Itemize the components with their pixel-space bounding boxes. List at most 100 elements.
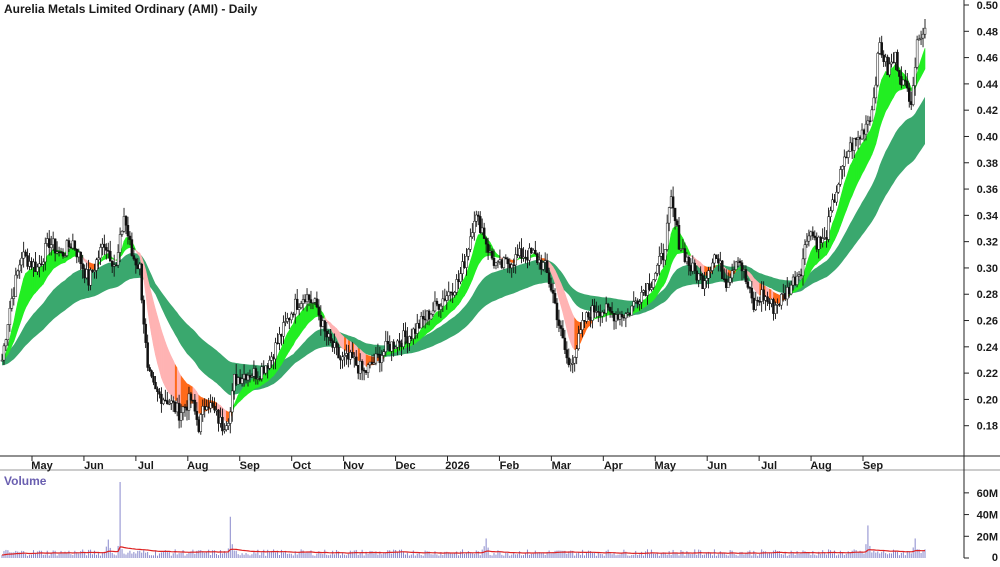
price-candle-body <box>145 324 147 342</box>
price-candle-body <box>833 200 835 202</box>
y-tick-label: 0.18 <box>977 421 998 433</box>
price-candle-body <box>180 413 182 421</box>
volume-tick-label: 40M <box>977 510 998 522</box>
price-candle-body <box>282 323 284 337</box>
price-candle-body <box>660 253 662 256</box>
price-candle-body <box>288 318 290 319</box>
price-candle-body <box>916 40 918 68</box>
price-candle-body <box>641 292 643 302</box>
price-candle-body <box>560 326 562 329</box>
price-candle-body <box>906 81 908 88</box>
price-candle-body <box>194 400 196 411</box>
y-tick-label: 0.42 <box>977 105 998 117</box>
chart: Aurelia Metals Limited Ordinary (AMI) - … <box>0 0 1000 562</box>
price-candle-body <box>418 323 420 328</box>
price-candle-body <box>534 250 536 253</box>
price-candle-body <box>914 67 916 85</box>
price-candle-body <box>17 271 19 275</box>
price-candle-body <box>749 287 751 288</box>
price-candle-body <box>141 264 143 300</box>
price-candle-body <box>27 256 29 267</box>
price-candle-body <box>46 239 48 244</box>
price-candle-body <box>467 249 469 256</box>
price-candle-body <box>656 265 658 273</box>
price-candle-body <box>261 367 263 379</box>
price-candle-body <box>95 260 97 271</box>
price-candle-body <box>546 261 548 273</box>
price-candle-body <box>139 264 141 269</box>
x-tick-label: May <box>655 460 677 472</box>
price-candle-body <box>574 357 576 363</box>
price-candle-body <box>532 250 534 253</box>
price-candle-body <box>125 216 127 225</box>
price-candle-body <box>633 302 635 306</box>
price-candle-body <box>330 334 332 341</box>
price-candle-body <box>341 357 343 360</box>
price-candle-body <box>509 264 511 268</box>
price-candle-body <box>511 265 513 268</box>
price-candle-body <box>798 275 800 276</box>
price-candle-body <box>92 270 94 272</box>
x-tick-label: Jun <box>84 460 104 472</box>
price-candle-body <box>700 274 702 276</box>
price-candle-body <box>806 241 808 244</box>
price-candle-body <box>475 215 477 221</box>
price-candle-body <box>78 252 80 257</box>
price-candle-body <box>662 253 664 260</box>
price-candle-body <box>684 249 686 262</box>
price-candle-body <box>578 334 580 349</box>
price-candle-body <box>715 255 717 259</box>
price-candle-body <box>397 341 399 347</box>
price-candle-body <box>395 347 397 349</box>
price-candle-body <box>637 301 639 304</box>
price-candle-body <box>11 299 13 309</box>
price-candle-body <box>554 293 556 303</box>
price-candle-body <box>74 241 76 249</box>
price-candle-body <box>99 247 101 258</box>
price-candle-body <box>507 259 509 264</box>
price-candle-body <box>810 232 812 236</box>
price-candle-body <box>521 249 523 259</box>
price-candle-body <box>393 342 395 349</box>
price-candle-body <box>292 314 294 315</box>
price-candle-body <box>654 273 656 279</box>
price-candle-body <box>263 367 265 373</box>
price-candle-body <box>408 337 410 344</box>
price-candle-body <box>595 311 597 312</box>
price-candle-body <box>343 355 345 356</box>
x-tick-label: Aug <box>187 460 208 472</box>
price-candle-body <box>826 237 828 239</box>
price-candle-body <box>269 360 271 368</box>
price-candle-body <box>841 166 843 169</box>
price-candle-body <box>206 407 208 410</box>
price-candle-body <box>861 130 863 139</box>
price-candle-body <box>204 406 206 409</box>
x-tick-label: Jun <box>707 460 727 472</box>
price-candle-body <box>101 244 103 247</box>
price-candle-body <box>302 300 304 304</box>
price-candle-body <box>44 243 46 261</box>
price-candle-body <box>446 296 448 301</box>
price-candle-body <box>458 279 460 281</box>
price-candle-body <box>198 420 200 432</box>
price-candle-body <box>50 245 52 248</box>
price-candle-body <box>389 344 391 351</box>
price-candle-body <box>23 252 25 258</box>
price-candle-body <box>812 232 814 236</box>
price-candle-body <box>38 264 40 267</box>
price-candle-body <box>645 291 647 296</box>
price-candle-body <box>355 357 357 365</box>
price-candle-body <box>552 290 554 293</box>
price-candle-body <box>424 319 426 320</box>
price-candle-body <box>469 237 471 249</box>
price-candle-body <box>277 343 279 344</box>
price-candle-body <box>767 297 769 302</box>
price-candle-body <box>196 411 198 419</box>
price-candle-body <box>442 299 444 306</box>
price-candle-body <box>702 276 704 289</box>
y-tick-label: 0.44 <box>977 79 999 91</box>
price-candle-body <box>751 288 753 298</box>
price-candle-body <box>759 301 761 302</box>
price-candle-body <box>851 143 853 151</box>
price-candle-body <box>253 369 255 377</box>
